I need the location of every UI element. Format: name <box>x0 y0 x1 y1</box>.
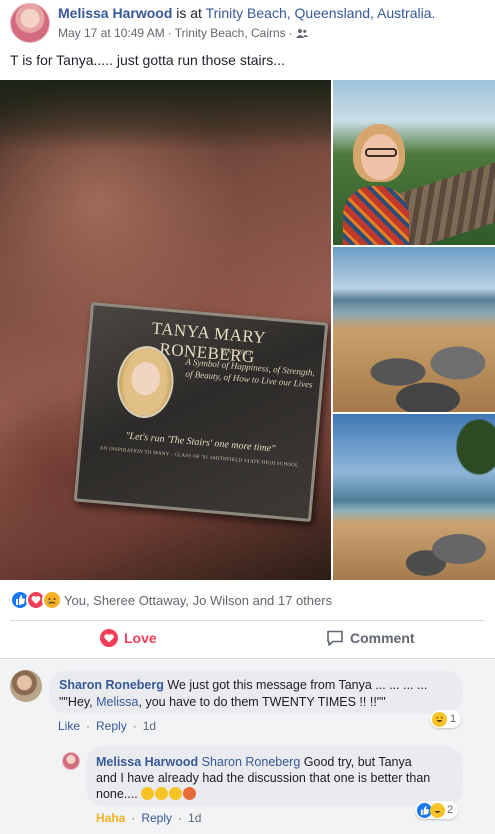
comment-actions: Haha · Reply · 1d <box>96 811 201 825</box>
comment-text: ""Hey, <box>59 695 97 709</box>
reactors-text[interactable]: You, Sheree Ottaway, Jo Wilson and 17 ot… <box>64 593 332 608</box>
love-label: Love <box>124 630 157 646</box>
post-text: T is for Tanya..... just gotta run those… <box>10 52 285 68</box>
commenter-name[interactable]: Melissa Harwood <box>96 755 198 769</box>
comment-icon <box>327 630 343 646</box>
haha-icon <box>430 802 445 818</box>
sad-icon <box>42 590 62 610</box>
reply-bubble: Melissa Harwood Sharon Roneberg Good try… <box>86 746 463 806</box>
runner-emoji-icon <box>183 787 197 800</box>
author-line: Melissa Harwood is at Trinity Beach, Que… <box>58 5 435 21</box>
commenter-avatar[interactable] <box>10 670 42 702</box>
laugh-emoji-icon <box>155 787 169 800</box>
comment-line: and I have already had the discussion th… <box>96 770 430 787</box>
comment-text: We just got this message from Tanya ... … <box>163 678 428 692</box>
rocks-shape <box>393 514 495 580</box>
grin-emoji-icon <box>141 787 155 800</box>
comment-text: none.... <box>96 787 138 801</box>
post-location[interactable]: Trinity Beach, Cairns <box>175 26 286 40</box>
rocks-shape <box>353 327 495 412</box>
comment-text: and I have already had the discussion th… <box>96 771 431 785</box>
beach-photo-2[interactable] <box>333 414 495 580</box>
meta-separator: · <box>167 26 172 40</box>
foliage-shape <box>0 80 331 150</box>
photo-gallery: TANYA MARY RONEBERG MAY 2013 A Symbol of… <box>0 80 495 580</box>
glasses-emoji-icon <box>169 787 183 800</box>
haha-link[interactable]: Haha <box>96 811 125 825</box>
love-icon <box>100 629 118 647</box>
dot-separator: · <box>132 719 137 733</box>
face-shape <box>361 134 399 180</box>
comment-line: Sharon Roneberg We just got this message… <box>59 677 427 694</box>
dot-separator: · <box>131 811 136 825</box>
comment-age[interactable]: 1d <box>143 719 156 733</box>
memorial-plaque: TANYA MARY RONEBERG MAY 2013 A Symbol of… <box>73 302 329 522</box>
comment-text: Good try, but Tanya <box>300 755 412 769</box>
post-header: Melissa Harwood is at Trinity Beach, Que… <box>0 0 495 50</box>
action-bar: Love Comment <box>0 623 495 657</box>
glasses-shape <box>365 148 397 157</box>
love-button[interactable]: Love <box>100 629 157 647</box>
divider <box>10 620 485 621</box>
shirt-shape <box>343 186 409 245</box>
comment-reaction-count[interactable]: 1 <box>430 710 462 728</box>
comment-button[interactable]: Comment <box>326 629 415 647</box>
commenter-name[interactable]: Sharon Roneberg <box>59 678 164 692</box>
comment-reaction-count[interactable]: 2 <box>415 801 459 819</box>
haha-icon <box>432 711 447 727</box>
reaction-icons[interactable] <box>10 590 68 610</box>
comment-label: Comment <box>350 630 415 646</box>
like-link[interactable]: Like <box>58 719 80 733</box>
dot-separator: · <box>86 719 91 733</box>
comment-text: , you have to do them TWENTY TIMES !! !!… <box>138 695 386 709</box>
comment-age[interactable]: 1d <box>188 811 201 825</box>
meta-separator: · <box>288 26 293 40</box>
comment-line: ""Hey, Melissa, you have to do them TWEN… <box>59 694 386 711</box>
reactions-summary[interactable]: You, Sheree Ottaway, Jo Wilson and 17 ot… <box>0 587 495 613</box>
tree-shape <box>443 414 495 524</box>
mention-link[interactable]: Melissa <box>96 695 138 709</box>
comment-line: Melissa Harwood Sharon Roneberg Good try… <box>96 754 412 771</box>
reaction-count: 1 <box>450 713 457 725</box>
plaque-photo[interactable]: TANYA MARY RONEBERG MAY 2013 A Symbol of… <box>0 80 331 580</box>
author-avatar[interactable] <box>10 3 50 43</box>
comment-bubble: Sharon Roneberg We just got this message… <box>49 670 463 714</box>
comment-actions: Like · Reply · 1d <box>58 719 156 733</box>
selfie-person <box>339 120 409 245</box>
reaction-count: 2 <box>447 804 454 816</box>
comment-line: none.... <box>96 786 197 803</box>
friends-icon[interactable] <box>295 28 308 38</box>
is-at-text: is at <box>172 5 206 21</box>
comments-section: Sharon Roneberg We just got this message… <box>0 660 495 834</box>
mention-link[interactable]: Sharon Roneberg <box>202 755 301 769</box>
dot-separator: · <box>178 811 183 825</box>
post-timestamp[interactable]: May 17 at 10:49 AM <box>58 26 165 40</box>
divider <box>0 658 495 659</box>
beach-photo-1[interactable] <box>333 247 495 412</box>
selfie-photo[interactable] <box>333 80 495 245</box>
commenter-avatar[interactable] <box>62 752 80 770</box>
reply-link[interactable]: Reply <box>141 811 172 825</box>
post-meta: May 17 at 10:49 AM · Trinity Beach, Cair… <box>58 26 308 40</box>
author-name[interactable]: Melissa Harwood <box>58 5 172 21</box>
place-link[interactable]: Trinity Beach, Queensland, Australia. <box>206 5 436 21</box>
reply-link[interactable]: Reply <box>96 719 127 733</box>
